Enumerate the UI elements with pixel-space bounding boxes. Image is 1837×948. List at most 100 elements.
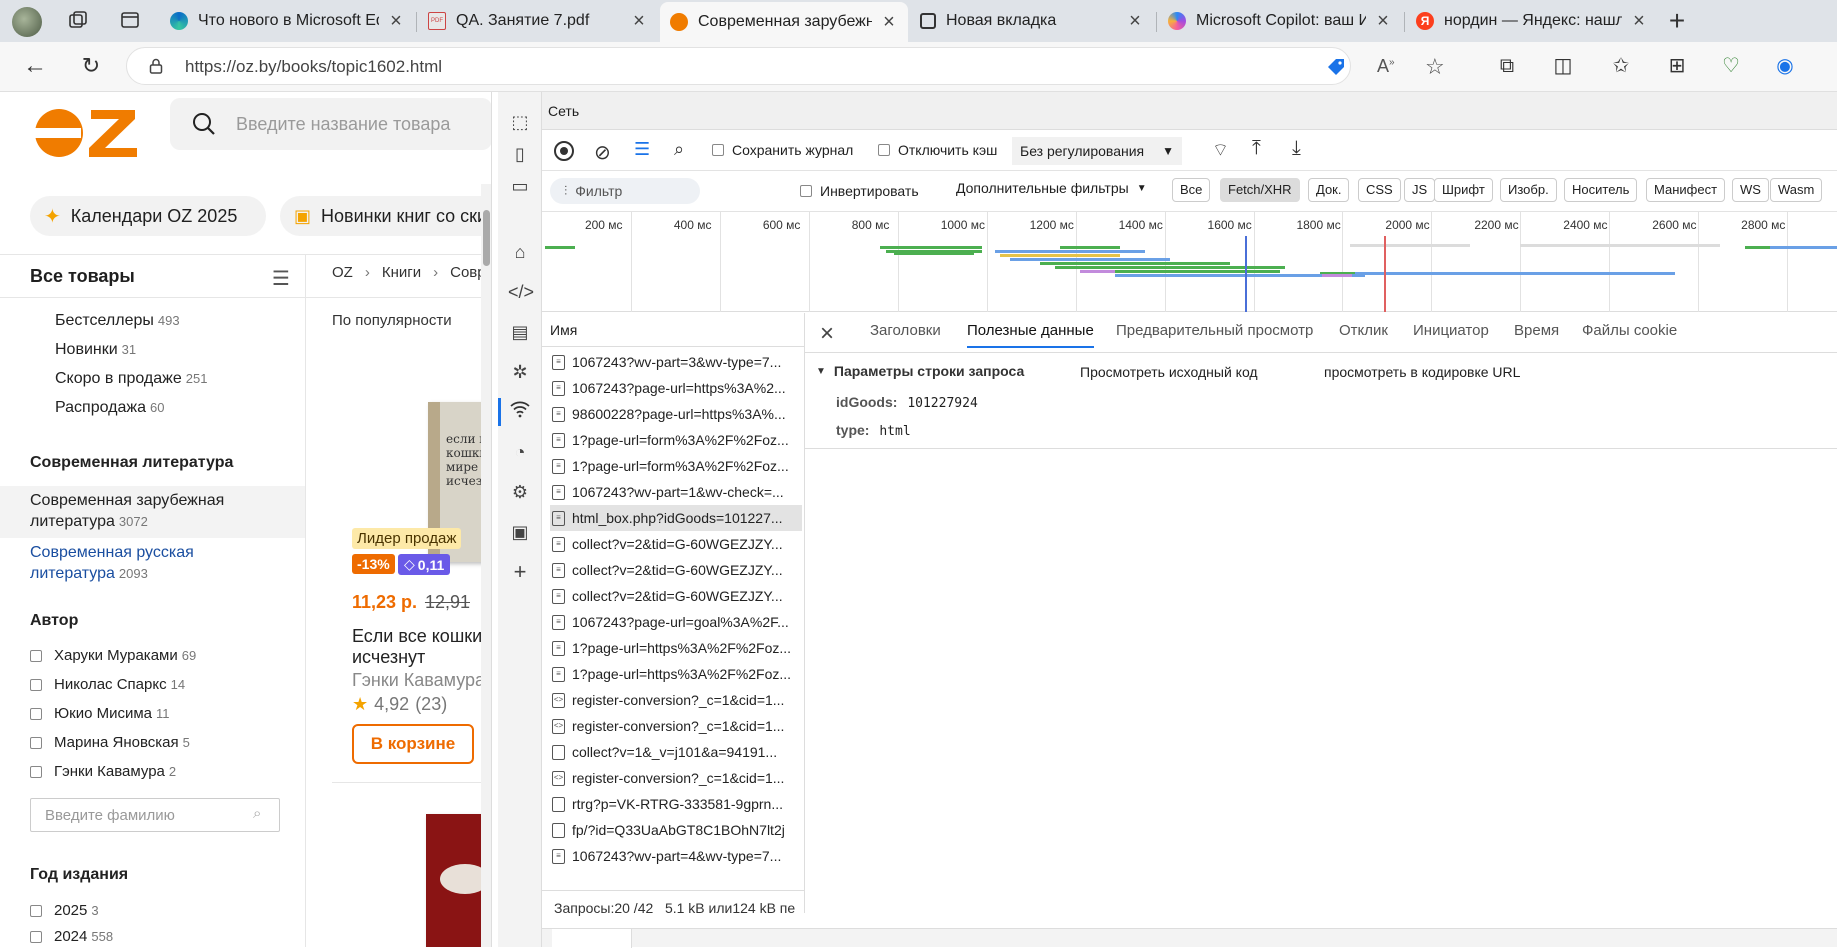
favorite-star-icon[interactable]: ☆: [1425, 54, 1445, 80]
promo-new-books[interactable]: ▣ Новинки книг со скидкой: [280, 196, 491, 236]
new-tab-plus-icon[interactable]: +: [1664, 7, 1690, 35]
favorites-icon[interactable]: ✩: [1608, 54, 1634, 78]
filter-font[interactable]: Шрифт: [1434, 178, 1493, 202]
tab-new-tab[interactable]: Новая вкладка ×: [910, 4, 1154, 38]
request-row[interactable]: <> register-conversion?_c=1&cid=1...: [550, 687, 802, 713]
filter-css[interactable]: CSS: [1358, 178, 1401, 202]
product-title[interactable]: Если все кошки в мире исчезнут: [352, 626, 491, 668]
application-icon[interactable]: ▣: [508, 520, 532, 544]
request-row[interactable]: ≡ collect?v=2&tid=G-60WGEZJZY...: [550, 531, 802, 557]
sources-bug-icon[interactable]: ✲: [508, 360, 532, 384]
request-row[interactable]: ≡ 1?page-url=https%3A%2F%2Foz...: [550, 635, 802, 661]
address-bar[interactable]: https://oz.by/books/topic1602.html A» ☆: [126, 47, 1445, 85]
network-wifi-icon[interactable]: [508, 400, 532, 424]
author-checkbox-yanovskaya[interactable]: Марина Яновская 5: [30, 734, 290, 763]
request-row[interactable]: ≡ 1067243?wv-part=3&wv-type=7...: [550, 349, 802, 375]
clear-icon[interactable]: ⊘: [594, 140, 611, 165]
request-row[interactable]: ≡ html_box.php?idGoods=101227...: [550, 505, 802, 531]
close-detail-icon[interactable]: ×: [820, 320, 834, 348]
quick-link-sale[interactable]: Распродажа 60: [55, 399, 295, 428]
welcome-home-icon[interactable]: ⌂: [508, 240, 532, 264]
inspect-element-icon[interactable]: ⬚: [508, 110, 532, 134]
export-har-icon[interactable]: ⤓: [1292, 137, 1301, 160]
record-icon[interactable]: [554, 141, 574, 161]
other-category[interactable]: Современная русская литература 2093: [30, 542, 280, 584]
request-row[interactable]: ≡ collect?v=2&tid=G-60WGEZJZY...: [550, 557, 802, 583]
promo-calendars[interactable]: ✦ Календари OZ 2025: [30, 196, 266, 236]
filter-ws[interactable]: WS: [1732, 178, 1769, 202]
request-row[interactable]: <> register-conversion?_c=1&cid=1...: [550, 713, 802, 739]
author-checkbox-kawamura[interactable]: Гэнки Кавамура 2: [30, 763, 290, 792]
network-panel-tab[interactable]: Сеть: [548, 103, 579, 119]
performance-icon[interactable]: ♡: [1718, 54, 1744, 78]
breadcrumb-oz[interactable]: OZ: [332, 264, 353, 281]
view-url-encoded-link[interactable]: просмотреть в кодировке URL: [1324, 364, 1520, 380]
invert-checkbox[interactable]: Инвертировать: [800, 183, 919, 199]
filter-js[interactable]: JS: [1404, 178, 1436, 202]
vertical-tabs-icon[interactable]: [118, 9, 142, 37]
tab-response[interactable]: Отклик: [1339, 322, 1388, 339]
profile-avatar[interactable]: [12, 7, 42, 37]
filter-input[interactable]: ⫶ Фильтр: [550, 178, 700, 204]
copilot-toolbar-icon[interactable]: ◉: [1772, 54, 1798, 78]
memory-chip-icon[interactable]: ⚙: [508, 480, 532, 504]
request-row[interactable]: ≡ 1067243?wv-part=1&wv-check=...: [550, 479, 802, 505]
more-tools-plus-icon[interactable]: +: [508, 560, 532, 584]
lock-icon[interactable]: [149, 58, 163, 77]
hamburger-icon[interactable]: ☰: [272, 266, 290, 291]
tab-cookies[interactable]: Файлы cookie: [1582, 322, 1677, 339]
device-emulation-icon[interactable]: ▯: [508, 142, 532, 166]
product-author[interactable]: Гэнки Кавамура: [352, 670, 485, 691]
tab-headers[interactable]: Заголовки: [870, 322, 941, 339]
close-icon[interactable]: ×: [1126, 10, 1144, 33]
network-conditions-icon[interactable]: ⌔: [1212, 139, 1229, 162]
name-column-header[interactable]: Имя: [550, 322, 577, 338]
author-checkbox-mishima[interactable]: Юкио Мисима 11: [30, 705, 290, 734]
request-row[interactable]: rtrg?p=VK-RTRG-333581-9gprn...: [550, 791, 802, 817]
request-row[interactable]: ≡ 1?page-url=form%3A%2F%2Foz...: [550, 453, 802, 479]
close-icon[interactable]: ×: [1374, 10, 1392, 33]
oz-logo[interactable]: [33, 106, 143, 160]
year-checkbox-2025[interactable]: 2025 3: [30, 902, 280, 928]
page-scrollbar[interactable]: [481, 184, 491, 947]
request-row[interactable]: ≡ 1067243?page-url=https%3A%2...: [550, 375, 802, 401]
quick-link-bestsellers[interactable]: Бестселлеры 493: [55, 312, 295, 341]
preserve-log-checkbox[interactable]: Сохранить журнал: [712, 142, 853, 158]
collections-toolbar-icon[interactable]: ⊞: [1664, 54, 1690, 78]
year-checkbox-2024[interactable]: 2024 558: [30, 928, 280, 947]
extensions-icon[interactable]: ⧉: [1494, 54, 1520, 78]
more-filters-dropdown[interactable]: Дополнительные фильтры ▼: [956, 180, 1147, 196]
split-screen-icon[interactable]: ◫: [1550, 54, 1576, 78]
performance-gauge-icon[interactable]: ◔: [508, 440, 532, 464]
current-category[interactable]: Современная зарубежная литература 3072: [0, 486, 305, 538]
tab-edge-whats-new[interactable]: Что нового в Microsoft Edge ×: [160, 4, 415, 38]
request-row[interactable]: ≡ 98600228?page-url=https%3A%...: [550, 401, 802, 427]
tab-initiator[interactable]: Инициатор: [1413, 322, 1489, 339]
tab-timing[interactable]: Время: [1514, 322, 1559, 339]
in-cart-button[interactable]: В корзине: [352, 724, 474, 764]
request-row[interactable]: ≡ 1?page-url=form%3A%2F%2Foz...: [550, 427, 802, 453]
sort-dropdown[interactable]: По популярности: [332, 312, 452, 329]
filter-manifest[interactable]: Манифест: [1646, 178, 1726, 202]
request-row[interactable]: fp/?id=Q33UaAbGT8C1BOhN7lt2j: [550, 817, 802, 843]
quick-link-new[interactable]: Новинки 31: [55, 341, 295, 370]
request-row[interactable]: collect?v=1&_v=j101&a=94191...: [550, 739, 802, 765]
filter-img[interactable]: Изобр.: [1500, 178, 1557, 202]
console-icon[interactable]: ▤: [508, 320, 532, 344]
filter-media[interactable]: Носитель: [1564, 178, 1638, 202]
view-source-link[interactable]: Просмотреть исходный код: [1080, 364, 1258, 380]
tab-oz-current[interactable]: Современная зарубежная ×: [660, 2, 908, 42]
breadcrumb-books[interactable]: Книги: [382, 264, 421, 281]
elements-code-icon[interactable]: </>: [508, 280, 534, 304]
filter-doc[interactable]: Док.: [1308, 178, 1350, 202]
tab-preview[interactable]: Предварительный просмотр: [1116, 322, 1313, 339]
request-row[interactable]: <> register-conversion?_c=1&cid=1...: [550, 765, 802, 791]
author-checkbox-sparks[interactable]: Николас Спаркс 14: [30, 676, 290, 705]
filter-fetch-xhr[interactable]: Fetch/XHR: [1220, 178, 1300, 202]
tab-yandex[interactable]: Я нордин — Яндекс: нашлось ×: [1406, 4, 1658, 38]
throttling-select[interactable]: Без регулирования ▼: [1012, 137, 1182, 165]
close-icon[interactable]: ×: [880, 11, 898, 34]
query-params-header[interactable]: ▼ Параметры строки запроса: [816, 363, 1024, 379]
tab-payload[interactable]: Полезные данные: [967, 322, 1094, 348]
filter-all[interactable]: Все: [1172, 178, 1211, 202]
